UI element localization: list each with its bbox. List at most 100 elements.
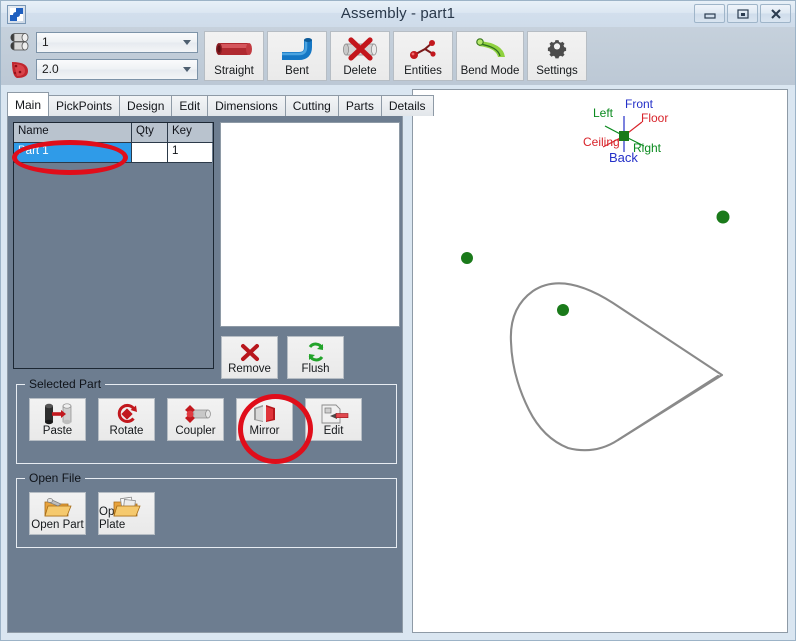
tab-edit[interactable]: Edit [171, 95, 208, 116]
flush-button-label: Flush [301, 363, 329, 376]
list-action-buttons: Remove Flush [221, 336, 344, 379]
entities-nodes-icon [401, 35, 445, 63]
tube-centerline [511, 283, 722, 450]
parts-table[interactable]: Name Qty Key Part 1 1 [13, 122, 214, 369]
window-title: Assembly - part1 [1, 5, 795, 22]
window-controls [694, 4, 791, 23]
flush-button[interactable]: Flush [287, 336, 344, 379]
axis-label-ceiling: Ceiling [583, 135, 620, 149]
tab-cutting-label: Cutting [293, 99, 331, 113]
axis-label-back: Back [609, 150, 638, 165]
bent-button[interactable]: Bent [267, 31, 327, 81]
tab-strip: Main PickPoints Design Edit Dimensions C… [7, 92, 403, 116]
edit-part-button-label: Edit [324, 425, 344, 438]
tab-edit-label: Edit [179, 99, 200, 113]
settings-button-label: Settings [536, 65, 578, 78]
open-file-group-title: Open File [25, 471, 85, 485]
node-point[interactable] [717, 211, 730, 224]
edit-part-button[interactable]: Edit [305, 398, 362, 441]
bend-radius-combo[interactable]: 2.0 [36, 59, 198, 80]
open-part-button[interactable]: Open Part [29, 492, 86, 535]
axis-label-left: Left [593, 106, 614, 120]
settings-button[interactable]: Settings [527, 31, 587, 81]
bent-button-label: Bent [285, 65, 309, 78]
parts-table-header: Name Qty Key [14, 123, 213, 143]
delete-button[interactable]: Delete [330, 31, 390, 81]
straight-button[interactable]: Straight [204, 31, 264, 81]
axis-label-front: Front [625, 97, 654, 111]
tube-count-value: 1 [42, 35, 49, 49]
main-tab-page: Name Qty Key Part 1 1 Remove [7, 115, 403, 633]
column-header-name: Name [14, 123, 132, 142]
node-point[interactable] [461, 252, 473, 264]
tab-details[interactable]: Details [381, 95, 434, 116]
rotate-button[interactable]: Rotate [98, 398, 155, 441]
edit-pencil-icon [319, 402, 349, 426]
assembly-list-box[interactable] [220, 122, 400, 327]
restore-icon [736, 8, 750, 20]
open-folder-part-icon [43, 496, 73, 520]
tab-design[interactable]: Design [119, 95, 172, 116]
tab-cutting[interactable]: Cutting [285, 95, 339, 116]
table-row[interactable]: Part 1 1 [14, 143, 213, 163]
refresh-arrows-icon [301, 340, 331, 364]
column-header-qty: Qty [132, 123, 168, 142]
cell-name: Part 1 [14, 143, 132, 163]
tab-pickpoints[interactable]: PickPoints [48, 95, 120, 116]
rotate-arrow-icon [112, 402, 142, 426]
toolbar-combos: 1 2.0 [8, 31, 200, 85]
bend-radius-value: 2.0 [42, 62, 59, 76]
tube-count-row: 1 [8, 31, 200, 54]
minimize-button[interactable] [694, 4, 725, 23]
tab-design-label: Design [127, 99, 164, 113]
delete-x-icon [338, 35, 382, 63]
entities-button-label: Entities [404, 65, 442, 78]
mirror-button-label: Mirror [249, 425, 279, 438]
bend-mode-button-label: Bend Mode [461, 65, 520, 78]
rotate-button-label: Rotate [110, 425, 144, 438]
tab-dimensions[interactable]: Dimensions [207, 95, 286, 116]
open-part-button-label: Open Part [31, 519, 83, 532]
tab-pickpoints-label: PickPoints [56, 99, 112, 113]
tab-details-label: Details [389, 99, 426, 113]
model-viewport[interactable]: Front Left Floor Ceiling Right Back [412, 89, 788, 633]
toolbar-buttons: Straight Bent Delete [204, 31, 587, 81]
tab-parts[interactable]: Parts [338, 95, 382, 116]
mirror-button[interactable]: Mirror [236, 398, 293, 441]
bend-radius-row: 2.0 [8, 58, 200, 81]
tab-main[interactable]: Main [7, 92, 49, 116]
node-point[interactable] [557, 304, 569, 316]
paste-button[interactable]: Paste [29, 398, 86, 441]
close-button[interactable] [760, 4, 791, 23]
tube-stack-icon [8, 31, 36, 54]
axis-label-floor: Floor [641, 111, 668, 125]
entities-button[interactable]: Entities [393, 31, 453, 81]
tube-leg-right [618, 375, 722, 440]
mirror-panels-icon [250, 402, 280, 426]
coupler-button-label: Coupler [175, 425, 215, 438]
application-window: Assembly - part1 [0, 0, 796, 641]
tube-count-combo[interactable]: 1 [36, 32, 198, 53]
coupler-button[interactable]: Coupler [167, 398, 224, 441]
x-mark-icon [235, 340, 265, 364]
bent-tube-icon [275, 35, 319, 63]
tube-model-drawing: Front Left Floor Ceiling Right Back [413, 90, 787, 632]
chevron-down-icon [183, 67, 191, 72]
minimize-icon [703, 9, 717, 19]
open-file-buttons: Open Part Open Plate [29, 492, 155, 535]
selected-part-group: Selected Part Paste [16, 384, 397, 464]
bend-radius-icon [8, 58, 36, 81]
straight-button-label: Straight [214, 65, 254, 78]
open-file-group: Open File Open Part [16, 478, 397, 548]
restore-button[interactable] [727, 4, 758, 23]
gear-icon [535, 35, 579, 63]
remove-button[interactable]: Remove [221, 336, 278, 379]
bend-mode-button[interactable]: Bend Mode [456, 31, 524, 81]
cell-key: 1 [168, 143, 212, 163]
cell-qty [132, 143, 168, 163]
paste-tube-icon [43, 402, 73, 426]
remove-button-label: Remove [228, 363, 271, 376]
tab-parts-label: Parts [346, 99, 374, 113]
close-icon [769, 8, 783, 20]
open-plate-button[interactable]: Open Plate [98, 492, 155, 535]
